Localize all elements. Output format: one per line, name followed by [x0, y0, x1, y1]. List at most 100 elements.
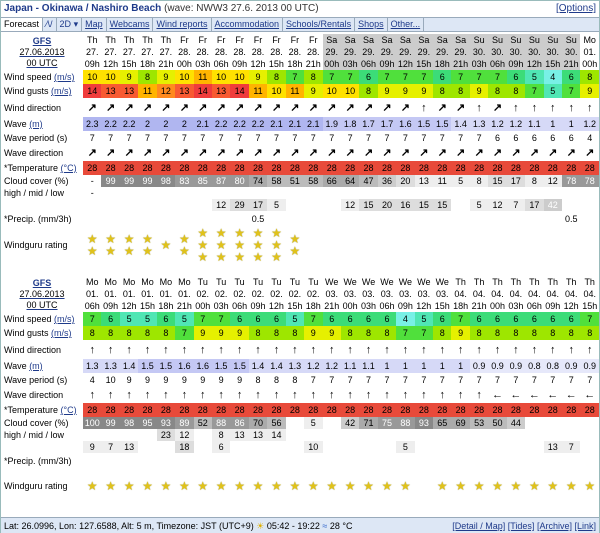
wind-arrow-icon: ↗ — [253, 101, 263, 114]
mode-select[interactable]: 2D ▾ — [57, 18, 83, 31]
b2-wind-direction-cell: ↑ — [267, 340, 285, 359]
wave-arrow-icon: ↗ — [529, 147, 539, 159]
b2-wave-direction-cell: ↑ — [212, 387, 230, 403]
b2-cloud-high-cell — [561, 417, 581, 429]
b2-wind-direction-cell: ↑ — [101, 340, 119, 359]
b1-wave-cell: 2.3 — [83, 117, 102, 131]
b2-wind-speed-cell: 6 — [377, 312, 397, 326]
b1-cloud-high-cell: 99 — [119, 175, 139, 187]
b2-wave-cell: 1.2 — [304, 359, 323, 373]
tab-forecast[interactable]: Forecast — [1, 18, 44, 31]
tides-link[interactable]: [Tides] — [508, 521, 535, 531]
b1-wave-cell: 1.4 — [451, 117, 470, 131]
b2-wind-speed-cell: 7 — [451, 312, 470, 326]
b2-day-cell: We — [325, 277, 339, 287]
b1-unit-m-link[interactable]: (m) — [29, 119, 43, 129]
b2-temperature-cell: 28 — [285, 403, 305, 417]
tab-map[interactable]: Map — [82, 18, 107, 31]
b2-wave-direction-cell: ← — [562, 387, 580, 403]
b2-wind-direction-cell: ↑ — [470, 340, 488, 359]
graph-icon[interactable]: ⁄\/ — [43, 18, 57, 31]
tab-webcams[interactable]: Webcams — [107, 18, 154, 31]
b1-row-dates: 27. 27. 27. 27. 27. 28. 28. 28. 28. 28. 28. 28. 28. 2… — [1, 46, 599, 58]
b1-temperature-cell: 28 — [469, 161, 489, 175]
b2-dates-cell: 04. — [491, 289, 504, 299]
b1-rating-cell: ★ ★ ★ — [212, 227, 230, 263]
b1-hours-cell: 03h — [469, 58, 489, 70]
rating-star-icon: ★ — [363, 479, 374, 493]
b2-unit-ms-link-2[interactable]: (m/s) — [51, 328, 72, 338]
b2-dates-cell: 03. — [343, 289, 357, 299]
b1-wind-direction-cell: ↗ — [230, 98, 248, 117]
b2-day-cell: Mo — [141, 277, 154, 287]
b2-cloud-low-cell — [156, 441, 176, 453]
rating-star-icon: ★ — [105, 479, 117, 493]
link-link[interactable]: [Link] — [574, 521, 596, 531]
b2-unit-ms-link[interactable]: (m/s) — [54, 314, 75, 324]
b2-wave-period-cell: 7 — [568, 375, 574, 385]
b1-wind-speed-cell: 7 — [469, 70, 489, 84]
b2-wind-speed-cell: 6 — [506, 312, 526, 326]
b1-wave-direction-cell: ↗ — [544, 145, 562, 161]
b2-unit-m-link[interactable]: (m) — [29, 361, 43, 371]
b1-wind-direction-cell: ↑ — [580, 98, 599, 117]
b1-cloud-mid-cell — [119, 187, 139, 199]
b2-cloud-low-cell — [248, 441, 268, 453]
b2-dates-cell: 01. — [141, 289, 154, 299]
b2-model-header[interactable]: GFS 27.06.2013 00 UTC — [1, 276, 83, 312]
b1-cloud-high-cell: 20 — [396, 175, 415, 187]
b2-day-cell: Tu — [271, 277, 282, 287]
b2-cloud-high-cell: 65 — [433, 417, 452, 429]
b2-wave-period-cell: 9 — [126, 375, 132, 385]
b2-day-cell: Tu — [197, 277, 208, 287]
nav-bar: Forecast ⁄\/ 2D ▾ Map Webcams Wind repor… — [1, 17, 599, 32]
wind-arrow-icon: ↗ — [179, 101, 189, 114]
b1-hours-cell: 03h — [340, 58, 360, 70]
options-link[interactable]: [Options] — [556, 3, 596, 14]
tab-shops[interactable]: Shops — [355, 18, 388, 31]
b1-dates-cell: 30. — [561, 46, 581, 58]
b2-cloud-low-cell: 10 — [304, 441, 323, 453]
tab-other[interactable]: Other... — [388, 18, 425, 31]
b1-wind-speed-cell: 8 — [304, 70, 323, 84]
b2-wind-speed-cell: 6 — [340, 312, 360, 326]
archive-link[interactable]: [Archive] — [537, 521, 572, 531]
b2-temperature-cell: 28 — [156, 403, 176, 417]
b2-day-cell: Mo — [178, 277, 191, 287]
b1-unit-ms-link[interactable]: (m/s) — [54, 72, 75, 82]
wind-arrow-icon: ↗ — [271, 101, 282, 114]
b2-precip-cell — [433, 453, 451, 469]
detail-map-link[interactable]: [Detail / Map] — [452, 521, 505, 531]
b2-cloud-mid-cell — [340, 429, 360, 441]
b2-wind-direction-cell: ↑ — [451, 340, 469, 359]
b1-model-label[interactable]: GFS — [33, 36, 52, 46]
b1-precip-cell — [212, 211, 230, 227]
b2-row-wave-direction: Wave direction ↑ ↑ ↑ ↑ ↑ ↑ ↑ ↑ ↑ ↑ ↑ ↑ ↑ ↑ ↑ ↑ ↑ ↑ ↑ ↑ ↑ ↑ ← ← ← ←… — [1, 387, 599, 403]
b2-wave-direction-cell: ← — [580, 387, 599, 403]
b1-cloud-low-cell: 5 — [469, 199, 489, 211]
b1-unit-c-link[interactable]: (°C) — [61, 163, 77, 173]
b2-model-label[interactable]: GFS — [33, 278, 52, 288]
b1-wave-cell: 2.2 — [211, 117, 231, 131]
b2-wave-direction-cell: ↑ — [359, 387, 377, 403]
b1-wave-period-label: Wave period (s) — [4, 133, 68, 143]
b1-model-header[interactable]: GFS 27.06.2013 00 UTC — [1, 34, 83, 70]
b1-wind-direction-cell: ↗ — [194, 98, 212, 117]
b2-cloud-low-cell: 13 — [119, 441, 139, 453]
b2-wave-period-cell: 7 — [513, 375, 519, 385]
b2-wind-direction-cell: ↑ — [212, 340, 230, 359]
b2-hours-cell: 12h — [121, 301, 137, 311]
b2-cloud-high-cell: 56 — [267, 417, 286, 429]
tab-wind-reports[interactable]: Wind reports — [153, 18, 212, 31]
wave-arrow-icon: ↗ — [474, 147, 484, 159]
b1-day-cell: Fr — [309, 35, 318, 45]
wind-arrow-icon: ↗ — [308, 101, 318, 114]
b1-wind-gusts-cell: 14 — [193, 84, 212, 98]
b2-unit-c-link[interactable]: (°C) — [61, 405, 77, 415]
tab-accommodation[interactable]: Accommodation — [212, 18, 284, 31]
b1-day-cell: Fr — [180, 35, 189, 45]
b1-precip-cell — [138, 211, 156, 227]
b1-unit-ms-link-2[interactable]: (m/s) — [51, 86, 72, 96]
b1-cloud-mid-cell — [525, 187, 544, 199]
tab-schools[interactable]: Schools/Rentals — [283, 18, 356, 31]
